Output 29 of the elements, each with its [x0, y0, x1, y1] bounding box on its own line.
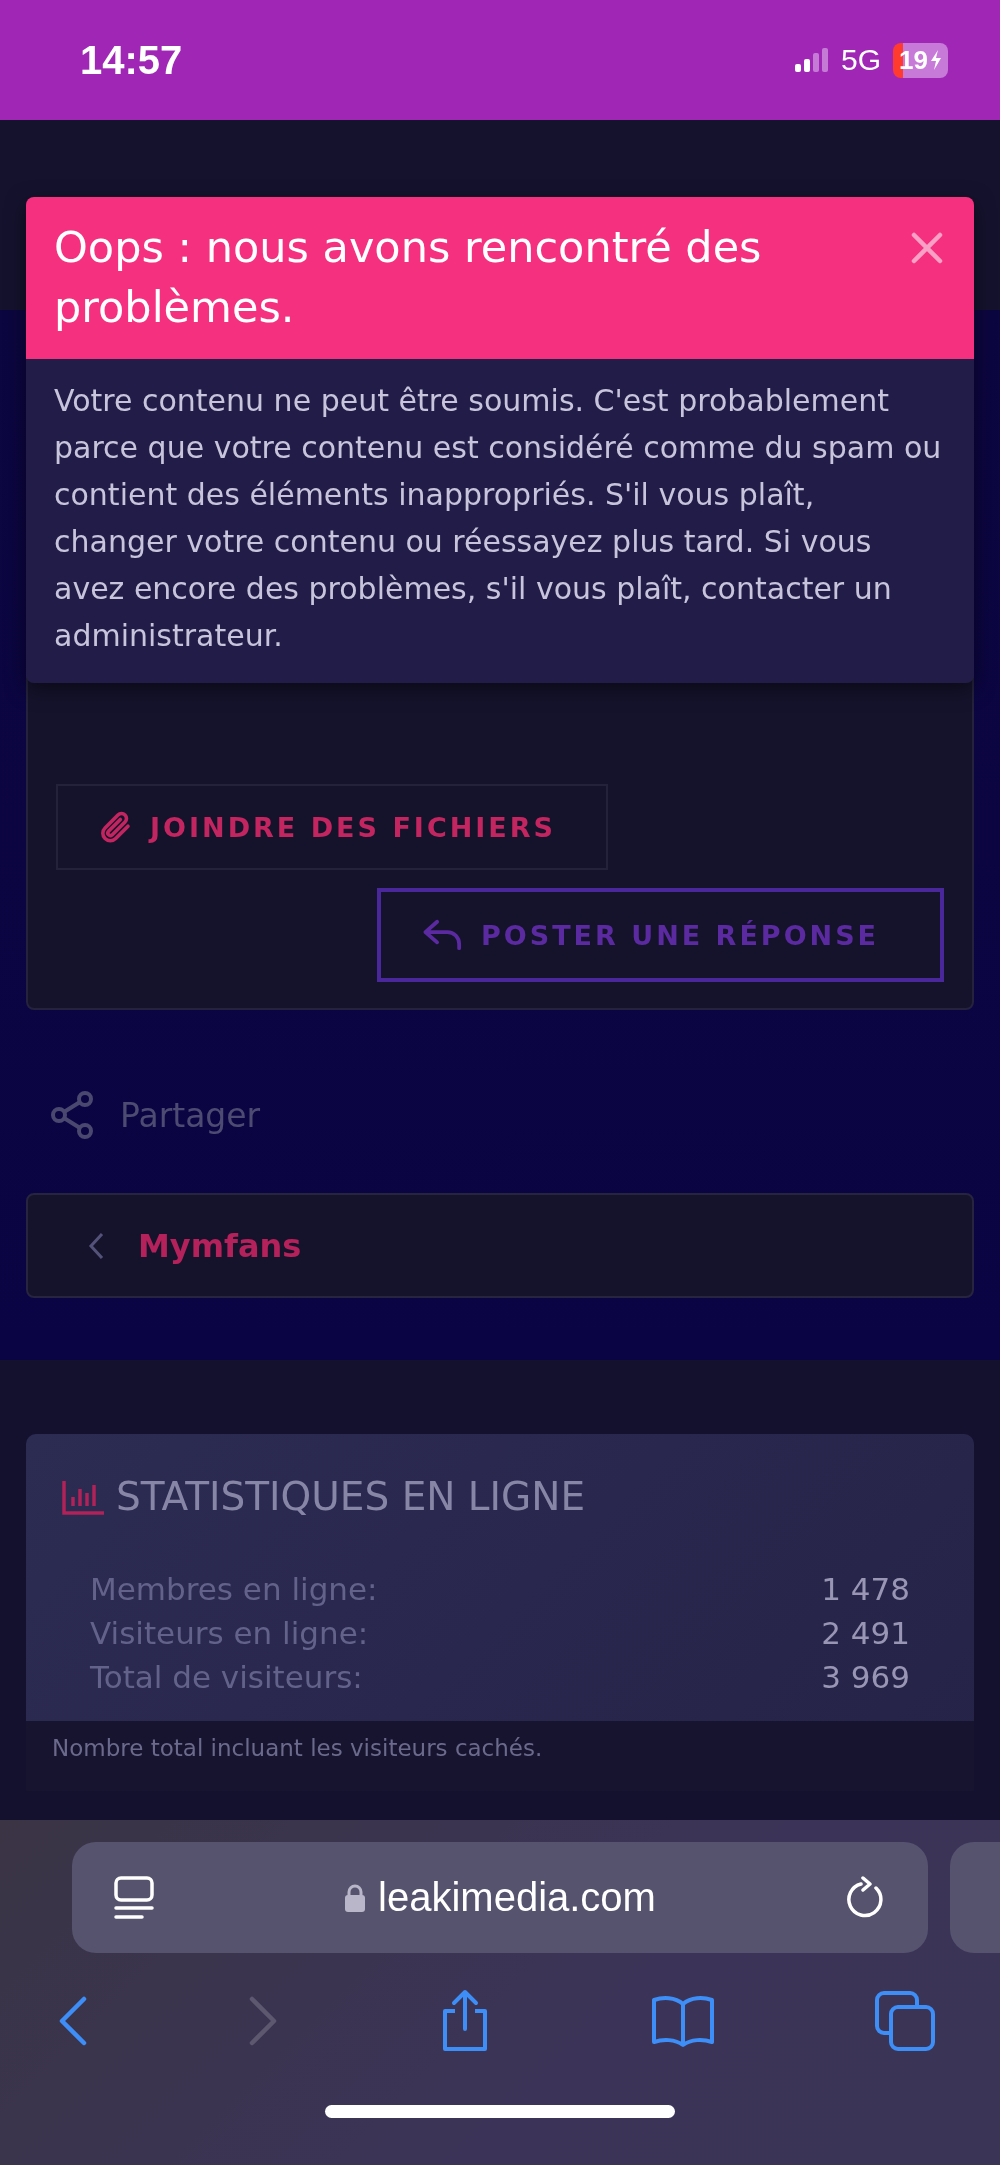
- network-label: 5G: [841, 43, 882, 77]
- stat-value: 1 478: [821, 1571, 910, 1607]
- post-reply-button[interactable]: POSTER UNE RÉPONSE: [377, 888, 944, 982]
- lock-icon: [344, 1882, 367, 1913]
- signal-icon: [795, 48, 830, 72]
- breadcrumb-link[interactable]: Mymfans: [138, 1226, 302, 1265]
- stat-value: 2 491: [821, 1615, 910, 1651]
- stats-footnote: Nombre total incluant les visiteurs cachés.: [26, 1721, 974, 1791]
- url-text: leakimedia.com: [378, 1875, 656, 1920]
- alert-message: Votre contenu ne peut être soumis. C'est probablement parce que votre contenu est considéré comme du spam ou contient des éléments inappropriés. S'il vous plaît, changer votre contenu ou réessayez plus tard. Si vous avez encore des problèmes, s'il vous plaît, contacter un administrateur.: [26, 359, 974, 683]
- tabs-icon[interactable]: [875, 1991, 935, 2051]
- reload-icon[interactable]: [846, 1875, 886, 1920]
- clock-time: 14:57: [80, 37, 183, 83]
- stat-value: 3 969: [821, 1659, 910, 1695]
- bar-chart-icon: [62, 1478, 106, 1515]
- stat-label: Total de visiteurs:: [90, 1659, 363, 1695]
- bookmarks-icon[interactable]: [650, 1994, 715, 2048]
- back-chevron-icon: [88, 1231, 104, 1260]
- stats-title: STATISTIQUES EN LIGNE: [116, 1474, 586, 1519]
- stat-label: Visiteurs en ligne:: [90, 1615, 369, 1651]
- reader-icon[interactable]: [114, 1875, 154, 1920]
- alert-title: Oops : nous avons rencontré des problèmes.: [54, 221, 763, 334]
- stat-label: Membres en ligne:: [90, 1571, 378, 1607]
- share-link[interactable]: Partager: [50, 1085, 1000, 1145]
- address-bar[interactable]: leakimedia.com: [72, 1842, 928, 1953]
- back-icon[interactable]: [58, 1996, 88, 2046]
- attach-files-button[interactable]: JOINDRE DES FICHIERS: [56, 784, 608, 870]
- close-icon[interactable]: [910, 231, 944, 265]
- share-icon: [50, 1090, 96, 1140]
